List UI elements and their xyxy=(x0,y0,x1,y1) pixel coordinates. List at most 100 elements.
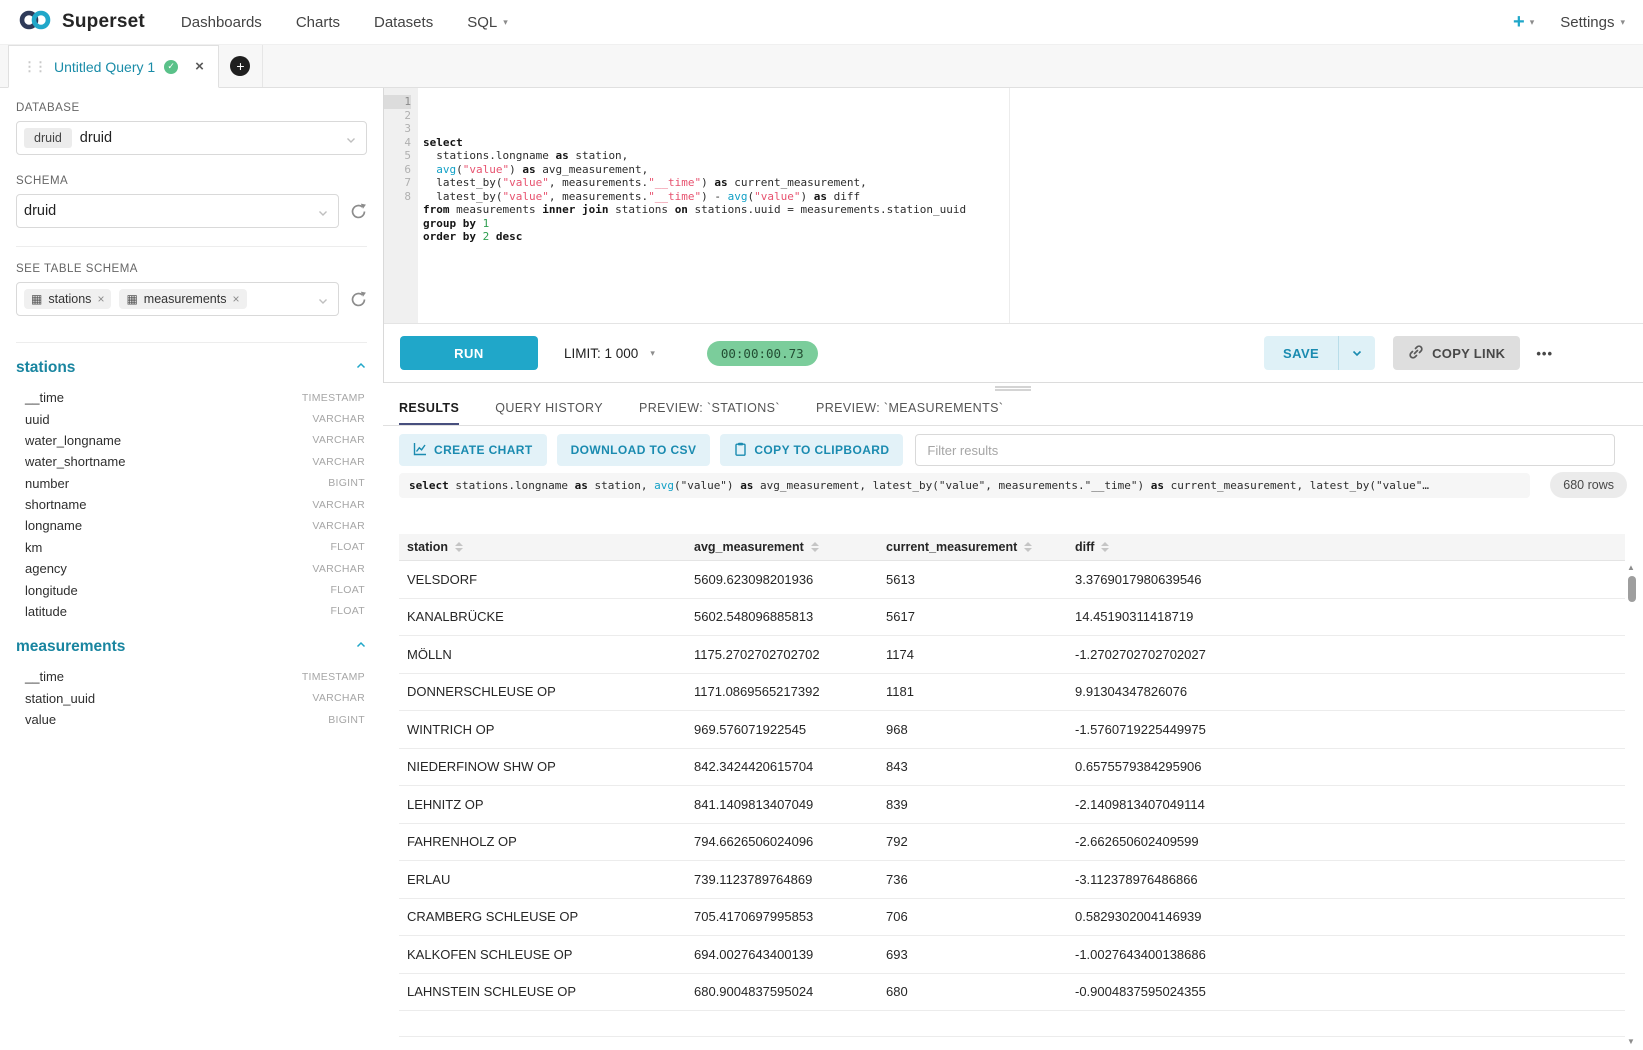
filter-results-input[interactable] xyxy=(915,434,1615,466)
column-type: FLOAT xyxy=(330,605,365,617)
schema-column-row: longnameVARCHAR xyxy=(16,515,367,536)
table-section-header-measurements[interactable]: measurements xyxy=(16,638,367,656)
splitter-handle-icon[interactable] xyxy=(995,386,1031,391)
results-scrollbar[interactable]: ▲ ▼ xyxy=(1626,561,1639,1048)
table-row: MÖLLN1175.27027027027021174-1.2702702702… xyxy=(399,636,1625,674)
tab-untitled-query-1[interactable]: ⋮⋮ Untitled Query 1 ✓ × xyxy=(8,45,219,88)
schema-column-row: numberBIGINT xyxy=(16,473,367,494)
table-cell: 5609.623098201936 xyxy=(686,572,878,587)
table-row: CRAMBERG SCHLEUSE OP705.4170697995853706… xyxy=(399,899,1625,937)
remove-chip-icon[interactable]: × xyxy=(232,292,239,306)
see-table-schema-label: SEE TABLE SCHEMA xyxy=(16,263,367,275)
nav-sql-menu[interactable]: SQL ▾ xyxy=(467,14,508,31)
create-chart-button[interactable]: CREATE CHART xyxy=(399,434,547,466)
results-tab-preview-stations-[interactable]: PREVIEW: `STATIONS` xyxy=(639,393,780,425)
table-row: VELSDORF5609.62309820193656133.376901798… xyxy=(399,561,1625,599)
run-button[interactable]: RUN xyxy=(400,336,538,370)
editor-code[interactable]: select stations.longname as station, avg… xyxy=(418,88,1643,323)
sort-icon[interactable] xyxy=(1101,542,1109,552)
scroll-down-icon[interactable]: ▼ xyxy=(1627,1037,1635,1046)
chevron-down-icon: ▾ xyxy=(650,348,655,359)
table-chip-measurements[interactable]: ▦measurements× xyxy=(119,289,246,309)
scroll-up-icon[interactable]: ▲ xyxy=(1627,563,1635,572)
save-dropdown-button[interactable] xyxy=(1339,336,1375,370)
save-split-button: SAVE xyxy=(1264,336,1375,370)
table-cell: 1174 xyxy=(878,647,1067,662)
database-select[interactable]: druid druid xyxy=(16,121,367,155)
limit-dropdown[interactable]: LIMIT: 1 000 ▾ xyxy=(564,346,655,361)
table-cell: 680.9004837595024 xyxy=(686,984,878,999)
settings-menu[interactable]: Settings ▾ xyxy=(1560,14,1625,31)
sort-icon[interactable] xyxy=(1024,542,1032,552)
table-row: DONNERSCHLEUSE OP1171.086956521739211819… xyxy=(399,674,1625,712)
column-type: VARCHAR xyxy=(312,692,365,704)
results-tab-results[interactable]: RESULTS xyxy=(399,393,459,425)
table-cell: 794.6626506024096 xyxy=(686,834,878,849)
table-cell: -1.0027643400138686 xyxy=(1067,947,1625,962)
new-tab-button[interactable]: + xyxy=(230,56,250,76)
superset-logo-icon xyxy=(18,8,54,37)
code-line: select xyxy=(423,136,1643,150)
table-cell: -1.2702702702702027 xyxy=(1067,647,1625,662)
code-line: stations.longname as station, xyxy=(423,149,1643,163)
table-schema-select[interactable]: ▦stations× ▦measurements× xyxy=(16,282,339,316)
refresh-tables-icon[interactable] xyxy=(350,291,367,308)
sql-editor-section: 12345678 select stations.longname as sta… xyxy=(383,88,1643,383)
table-row-partial xyxy=(399,1011,1625,1037)
nav-dashboards[interactable]: Dashboards xyxy=(181,14,262,31)
column-name: longitude xyxy=(25,583,78,598)
table-row: WINTRICH OP969.576071922545968-1.5760719… xyxy=(399,711,1625,749)
column-header-avg_measurement[interactable]: avg_measurement xyxy=(686,540,878,554)
results-tab-query-history[interactable]: QUERY HISTORY xyxy=(495,393,603,425)
new-tab-zone: + xyxy=(219,45,263,87)
table-schema-explorer: stations__timeTIMESTAMPuuidVARCHARwater_… xyxy=(16,359,367,730)
scrollbar-thumb[interactable] xyxy=(1628,576,1636,602)
nav-charts[interactable]: Charts xyxy=(296,14,340,31)
new-item-menu[interactable]: + ▾ xyxy=(1513,12,1534,32)
line-number: 1 xyxy=(384,95,411,109)
table-section-header-stations[interactable]: stations xyxy=(16,359,367,377)
column-name: station_uuid xyxy=(25,691,95,706)
table-cell: 842.3424420615704 xyxy=(686,759,878,774)
schema-select[interactable]: druid xyxy=(16,194,339,228)
table-row: LAHNSTEIN SCHLEUSE OP680.900483759502468… xyxy=(399,974,1625,1012)
sort-icon[interactable] xyxy=(811,542,819,552)
column-name: uuid xyxy=(25,412,50,427)
refresh-schema-icon[interactable] xyxy=(350,203,367,220)
save-button[interactable]: SAVE xyxy=(1264,336,1339,370)
column-type: VARCHAR xyxy=(312,520,365,532)
column-name: number xyxy=(25,476,69,491)
table-cell: FAHRENHOLZ OP xyxy=(399,834,686,849)
sql-editor[interactable]: 12345678 select stations.longname as sta… xyxy=(384,88,1643,323)
table-cell: 1171.0869565217392 xyxy=(686,684,878,699)
column-header-station[interactable]: station xyxy=(399,540,686,554)
column-type: BIGINT xyxy=(328,714,365,726)
remove-chip-icon[interactable]: × xyxy=(97,292,104,306)
sort-icon[interactable] xyxy=(455,542,463,552)
column-name: __time xyxy=(25,669,64,684)
more-actions-button[interactable]: ••• xyxy=(1536,346,1553,361)
copy-link-button[interactable]: COPY LINK xyxy=(1393,336,1520,370)
column-header-diff[interactable]: diff xyxy=(1067,540,1625,554)
copy-to-clipboard-button[interactable]: COPY TO CLIPBOARD xyxy=(720,434,903,466)
download-to-csv-button[interactable]: DOWNLOAD TO CSV xyxy=(557,434,711,466)
column-header-label: current_measurement xyxy=(886,540,1017,554)
column-header-current_measurement[interactable]: current_measurement xyxy=(878,540,1067,554)
table-chip-stations[interactable]: ▦stations× xyxy=(24,289,111,309)
close-tab-icon[interactable]: × xyxy=(195,58,204,75)
table-cell: 739.1123789764869 xyxy=(686,872,878,887)
chevron-down-icon: ▾ xyxy=(1620,17,1625,28)
table-row: ERLAU739.1123789764869736-3.112378976486… xyxy=(399,861,1625,899)
superset-brand[interactable]: Superset xyxy=(18,8,145,37)
limit-value: 1 000 xyxy=(605,346,639,361)
nav-datasets[interactable]: Datasets xyxy=(374,14,433,31)
table-cell: LEHNITZ OP xyxy=(399,797,686,812)
results-tab-preview-measurements-[interactable]: PREVIEW: `MEASUREMENTS` xyxy=(816,393,1003,425)
database-type-tag: druid xyxy=(24,128,72,148)
column-type: FLOAT xyxy=(330,584,365,596)
table-cell: 0.5829302004146939 xyxy=(1067,909,1625,924)
table-cell: LAHNSTEIN SCHLEUSE OP xyxy=(399,984,686,999)
pane-splitter[interactable] xyxy=(383,383,1643,393)
drag-handle-icon[interactable]: ⋮⋮ xyxy=(23,59,45,75)
column-type: TIMESTAMP xyxy=(302,671,365,683)
